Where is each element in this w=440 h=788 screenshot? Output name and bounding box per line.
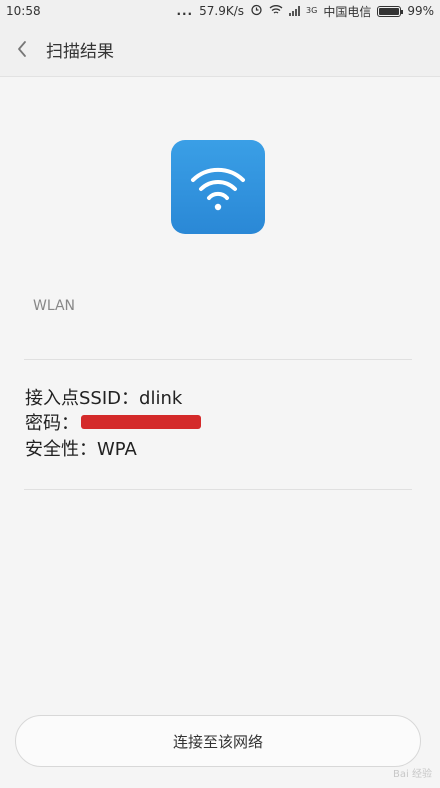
ssid-label: 接入点SSID：: [25, 388, 140, 409]
divider-top: [24, 359, 412, 360]
network-badge: 3G: [306, 6, 318, 15]
ssid-row: 接入点SSID：dlink: [25, 386, 182, 412]
ssid-value: dlink: [139, 388, 183, 409]
status-time: 10:58: [6, 4, 41, 18]
password-label: 密码：: [25, 413, 79, 434]
security-value: WPA: [97, 439, 137, 460]
signal-icon: [289, 6, 301, 16]
wifi-app-icon: [171, 140, 265, 234]
divider-bottom: [24, 489, 412, 490]
carrier-name: 中国电信: [323, 4, 372, 19]
password-row: 密码：: [25, 411, 201, 437]
battery-percent: 99%: [407, 4, 434, 18]
wifi-status-icon: [269, 4, 283, 18]
connect-network-label: 连接至该网络: [172, 732, 263, 751]
header: 扫描结果: [0, 22, 440, 77]
security-row: 安全性：WPA: [25, 437, 137, 463]
wifi-icon: [191, 167, 245, 211]
chevron-left-icon: [18, 41, 26, 57]
back-button[interactable]: [0, 22, 44, 77]
watermark: Bai 经验: [393, 769, 432, 780]
network-speed: 57.9K/s: [199, 4, 245, 18]
password-redaction: [81, 415, 201, 429]
page-title: 扫描结果: [46, 41, 114, 62]
status-bar: 10:58 ... 57.9K/s 3G 中国电信 99%: [0, 0, 440, 22]
security-label: 安全性：: [25, 439, 97, 460]
network-type-label: WLAN: [33, 298, 76, 314]
battery-icon: [377, 5, 404, 17]
status-dots: ...: [176, 4, 194, 18]
alarm-icon: [250, 3, 263, 19]
connect-network-button[interactable]: 连接至该网络: [15, 715, 421, 767]
status-indicators: ... 57.9K/s 3G 中国电信 99%: [176, 3, 434, 20]
